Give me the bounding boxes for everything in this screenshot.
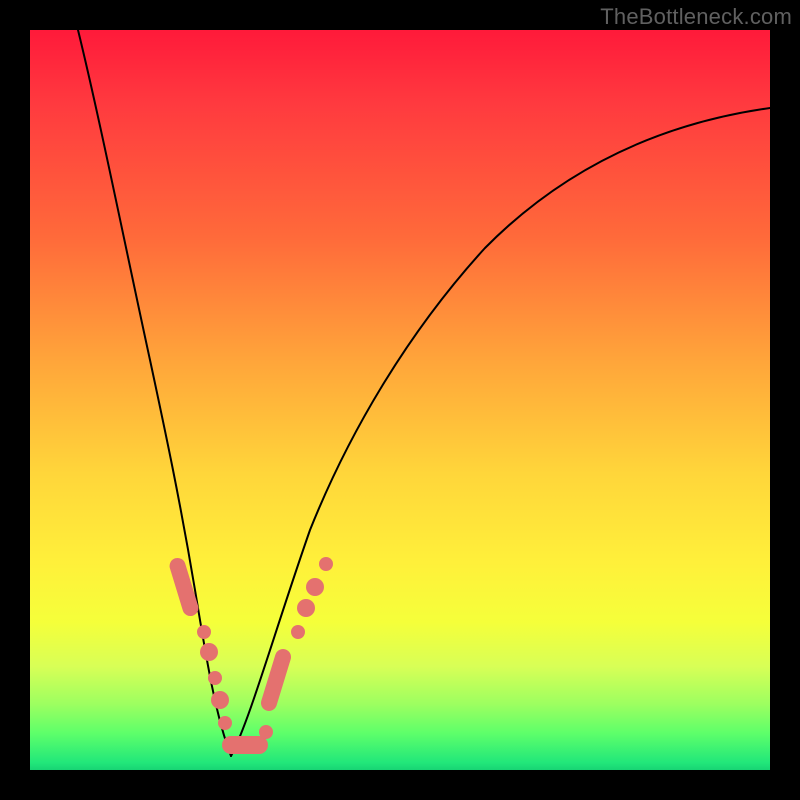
marker-dot: [208, 671, 222, 685]
watermark-text: TheBottleneck.com: [600, 4, 792, 30]
curve-right-branch: [231, 108, 770, 756]
marker-dot: [306, 578, 324, 596]
plot-area: [30, 30, 770, 770]
marker-dot: [211, 691, 229, 709]
curve-svg: [30, 30, 770, 770]
marker-dot: [197, 625, 211, 639]
marker-group: [168, 556, 333, 754]
marker-bottom-pill: [222, 736, 268, 754]
marker-dot: [200, 643, 218, 661]
chart-frame: TheBottleneck.com: [0, 0, 800, 800]
marker-right-pill: [259, 647, 293, 713]
marker-dot: [218, 716, 232, 730]
marker-dot: [319, 557, 333, 571]
marker-dot: [291, 625, 305, 639]
marker-dot: [297, 599, 315, 617]
marker-dot: [259, 725, 273, 739]
